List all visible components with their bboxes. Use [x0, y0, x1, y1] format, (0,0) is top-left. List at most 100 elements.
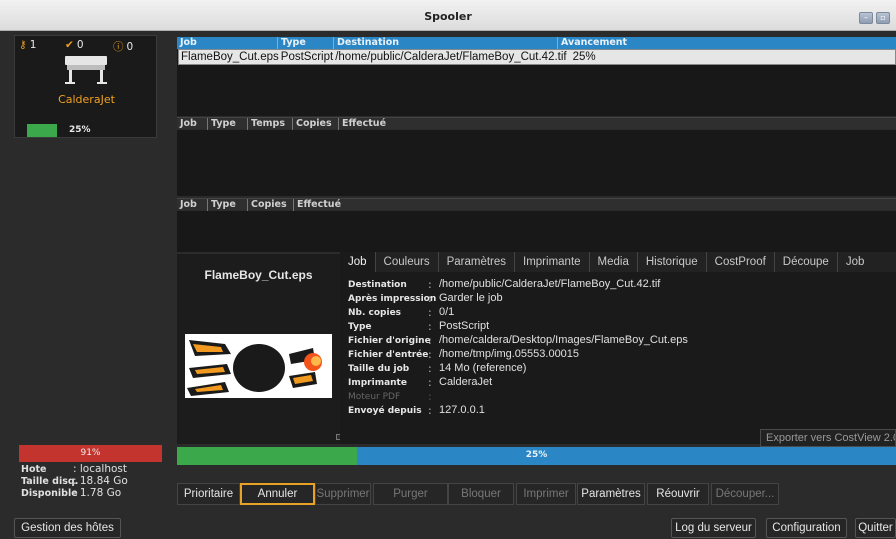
field-separator: :	[428, 404, 432, 417]
field-printer-label: Imprimante	[348, 378, 407, 388]
warning-stat: ⚷ 1	[19, 39, 36, 51]
configuration-button[interactable]: Configuration	[766, 518, 847, 538]
done-queue-body[interactable]	[177, 211, 896, 252]
warning-count: 1	[29, 39, 37, 51]
parameters-button[interactable]: Paramètres	[577, 483, 645, 505]
window-title: Spooler	[424, 10, 472, 23]
error-count: 0	[126, 40, 134, 53]
col-job[interactable]: Job	[177, 199, 208, 211]
job-thumbnail	[185, 334, 332, 398]
field-size-value: 14 Mo (reference)	[439, 362, 527, 374]
host-label: Hote	[21, 464, 47, 475]
printer-card[interactable]: ⚷ 1 ✔ 0 ⓘ 0 CalderaJet 25%	[14, 35, 157, 138]
field-separator: :	[428, 292, 432, 305]
field-after-print-label: Après impression	[348, 294, 437, 304]
tab-job-ticket[interactable]: Job Ticket	[838, 252, 896, 288]
col-type[interactable]: Type	[208, 118, 248, 130]
field-pdf-engine-label: Moteur PDF	[348, 392, 401, 402]
col-type[interactable]: Type	[208, 199, 248, 211]
field-input-value: /home/tmp/img.05553.00015	[439, 348, 580, 360]
row-progress: 25%	[572, 51, 596, 63]
check-icon: ✔	[65, 39, 74, 51]
details-tabs: Job Couleurs Paramètres Imprimante Media…	[340, 252, 896, 288]
quit-button[interactable]: Quitter	[855, 518, 896, 538]
priority-button[interactable]: Prioritaire	[177, 483, 240, 505]
tab-job[interactable]: Job	[340, 252, 376, 272]
col-destination[interactable]: Destination	[334, 37, 558, 49]
field-separator: :	[428, 320, 432, 333]
tab-parameters[interactable]: Paramètres	[439, 252, 516, 272]
field-separator: :	[428, 278, 432, 291]
col-copies[interactable]: Copies	[293, 118, 339, 130]
delete-button[interactable]: Supprimer	[315, 483, 371, 505]
hosts-management-button[interactable]: Gestion des hôtes	[14, 518, 121, 538]
title-bar: Spooler	[0, 0, 896, 31]
tab-printer[interactable]: Imprimante	[515, 252, 590, 272]
print-button[interactable]: Imprimer	[516, 483, 576, 505]
field-sent-from-label: Envoyé depuis	[348, 406, 422, 416]
col-copies[interactable]: Copies	[248, 199, 294, 211]
col-progress[interactable]: Avancement	[558, 37, 896, 49]
tab-cutting[interactable]: Découpe	[775, 252, 838, 272]
active-queue-header: Job Type Destination Avancement	[177, 37, 896, 49]
ok-stat: ✔ 0	[65, 39, 84, 51]
job-name: FlameBoy_Cut.eps	[204, 268, 313, 282]
export-costview-button[interactable]: Exporter vers CostView 2.0	[760, 429, 896, 447]
field-input-label: Fichier d'entrée	[348, 350, 429, 360]
disk-usage-bar: 91%	[19, 445, 162, 462]
printer-icon	[65, 56, 107, 84]
block-button[interactable]: Bloquer	[448, 483, 514, 505]
field-destination-label: Destination	[348, 280, 407, 290]
maximize-icon[interactable]: ▫	[876, 12, 890, 24]
field-type-value: PostScript	[439, 320, 490, 332]
col-time[interactable]: Temps	[248, 118, 293, 130]
col-done[interactable]: Effectué	[339, 118, 896, 130]
ok-count: 0	[76, 39, 84, 51]
tab-media[interactable]: Media	[590, 252, 638, 272]
server-log-button[interactable]: Log du serveur	[671, 518, 756, 538]
job-progress-bar: 25%	[177, 447, 896, 465]
key-icon: ⚷	[19, 39, 27, 51]
col-job[interactable]: Job	[177, 37, 278, 49]
field-separator: :	[428, 376, 432, 389]
cut-button[interactable]: Découper...	[711, 483, 779, 505]
printer-progress: 25%	[69, 125, 91, 135]
field-separator: :	[428, 390, 432, 403]
window-controls: – ▫	[859, 12, 890, 24]
printer-status-indicator	[27, 124, 57, 137]
col-done[interactable]: Effectué	[294, 199, 896, 211]
tab-costproof[interactable]: CostProof	[707, 252, 775, 272]
waiting-queue-body[interactable]	[177, 130, 896, 196]
field-origin-label: Fichier d'origine	[348, 336, 431, 346]
field-separator: :	[428, 348, 432, 361]
row-job: FlameBoy_Cut.eps	[181, 51, 279, 63]
done-queue-header: Job Type Copies Effectué	[177, 198, 896, 211]
cancel-button[interactable]: Annuler	[240, 483, 315, 505]
row-type: PostScript	[280, 51, 334, 63]
disk-size-label: Taille disq.	[21, 476, 79, 487]
error-stat: ⓘ 0	[113, 39, 133, 54]
job-progress-label: 25%	[525, 450, 548, 460]
tab-history[interactable]: Historique	[638, 252, 707, 272]
disk-free-label: Disponible	[21, 488, 78, 499]
printer-name: CalderaJet	[58, 93, 115, 106]
field-size-label: Taille du job	[348, 364, 410, 374]
field-copies-label: Nb. copies	[348, 308, 402, 318]
table-row[interactable]: FlameBoy_Cut.eps PostScript /home/public…	[178, 49, 896, 65]
col-type[interactable]: Type	[278, 37, 334, 49]
tab-colors[interactable]: Couleurs	[376, 252, 439, 272]
field-sent-from-value: 127.0.0.1	[439, 404, 485, 416]
waiting-queue-header: Job Type Temps Copies Effectué	[177, 117, 896, 130]
col-job[interactable]: Job	[177, 118, 208, 130]
purge-button[interactable]: Purger	[373, 483, 448, 505]
field-destination-value: /home/public/CalderaJet/FlameBoy_Cut.42.…	[439, 278, 661, 290]
field-after-print-value: Garder le job	[439, 292, 503, 304]
job-preview-panel: FlameBoy_Cut.eps	[177, 254, 342, 444]
row-destination: /home/public/CalderaJet/FlameBoy_Cut.42.…	[335, 51, 567, 63]
minimize-icon[interactable]: –	[859, 12, 873, 24]
field-printer-value: CalderaJet	[439, 376, 493, 388]
disk-size-value: : 18.84 Go	[73, 475, 128, 487]
reopen-button[interactable]: Réouvrir	[647, 483, 709, 505]
field-origin-value: /home/caldera/Desktop/Images/FlameBoy_Cu…	[439, 334, 688, 346]
field-separator: :	[428, 306, 432, 319]
